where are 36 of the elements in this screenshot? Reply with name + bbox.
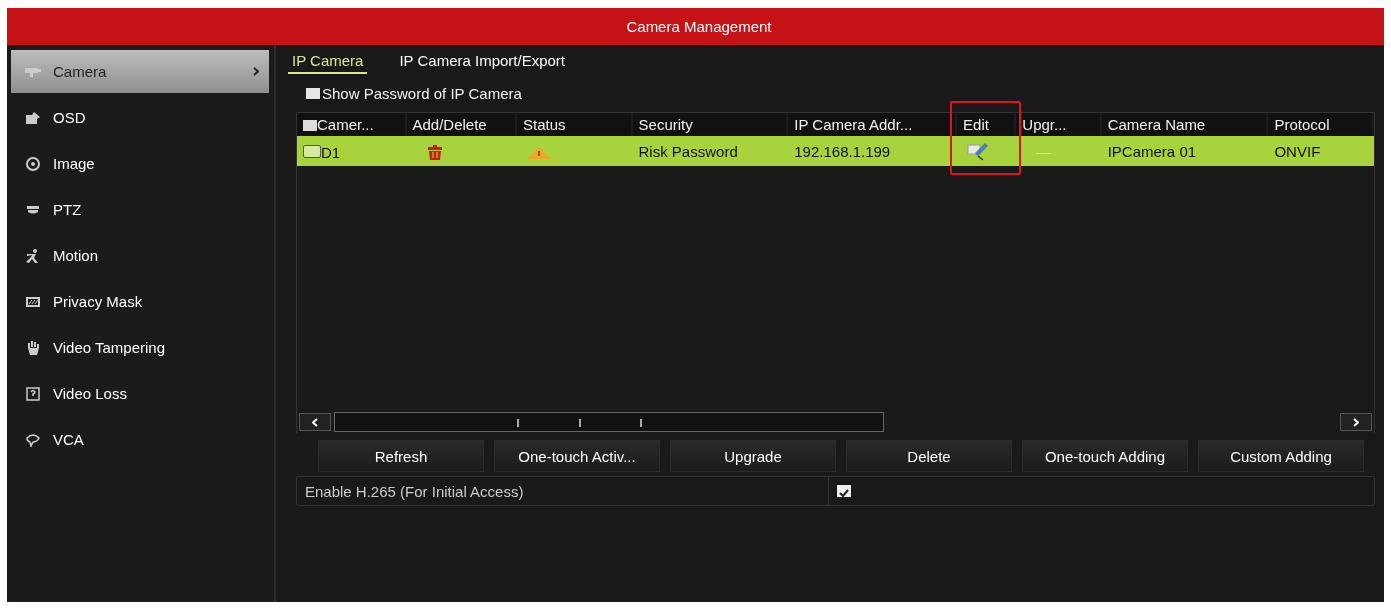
sidebar-item[interactable]: VCA bbox=[11, 418, 269, 461]
action-button[interactable]: One-touch Adding bbox=[1022, 440, 1188, 472]
sidebar-item[interactable]: Image bbox=[11, 142, 269, 185]
table-row[interactable]: D1 Risk Password 192.168.1.199 — IPCamera 01 ONVIF bbox=[297, 136, 1374, 166]
action-button[interactable]: One-touch Activ... bbox=[494, 440, 660, 472]
table-cell: 192.168.1.199 bbox=[794, 142, 891, 160]
column-header[interactable]: Camera Name bbox=[1101, 113, 1269, 136]
table-cell: — bbox=[1036, 142, 1052, 160]
column-header[interactable]: Edit bbox=[957, 113, 1017, 136]
option-label: Enable H.265 (For Initial Access) bbox=[297, 477, 829, 505]
table-cell: ONVIF bbox=[1274, 142, 1321, 160]
action-button[interactable]: Delete bbox=[846, 440, 1012, 472]
sidebar-item[interactable]: Privacy Mask bbox=[11, 280, 269, 323]
action-button[interactable]: Upgrade bbox=[670, 440, 836, 472]
sidebar-item[interactable]: PTZ bbox=[11, 188, 269, 231]
column-header[interactable]: Security bbox=[632, 113, 789, 136]
column-header[interactable]: Add/Delete bbox=[406, 113, 517, 136]
table-cell: IPCamera 01 bbox=[1107, 142, 1197, 160]
sidebar-item[interactable]: OSD bbox=[11, 96, 269, 139]
sidebar-item[interactable]: Video Loss bbox=[11, 372, 269, 415]
tab[interactable]: IP Camera bbox=[288, 52, 368, 74]
sidebar-item[interactable]: Video Tampering bbox=[11, 326, 269, 369]
column-header[interactable]: IP Camera Addr... bbox=[788, 113, 958, 136]
window-title: Camera Management bbox=[626, 18, 772, 35]
column-header[interactable]: Camer... bbox=[297, 113, 407, 136]
sidebar-item[interactable]: Camera bbox=[11, 50, 269, 93]
checkbox-label: Show Password of IP Camera bbox=[322, 84, 522, 102]
column-header[interactable]: Status bbox=[517, 113, 633, 136]
column-header[interactable]: Protocol bbox=[1268, 113, 1374, 136]
action-button[interactable]: Custom Adding bbox=[1198, 440, 1364, 472]
sidebar-item[interactable]: Motion bbox=[11, 234, 269, 277]
column-header[interactable]: Upgr... bbox=[1016, 113, 1102, 136]
action-button[interactable]: Refresh bbox=[318, 440, 484, 472]
table-cell: D1 bbox=[321, 143, 341, 161]
tab[interactable]: IP Camera Import/Export bbox=[395, 52, 570, 74]
table-cell: Risk Password bbox=[638, 142, 738, 160]
